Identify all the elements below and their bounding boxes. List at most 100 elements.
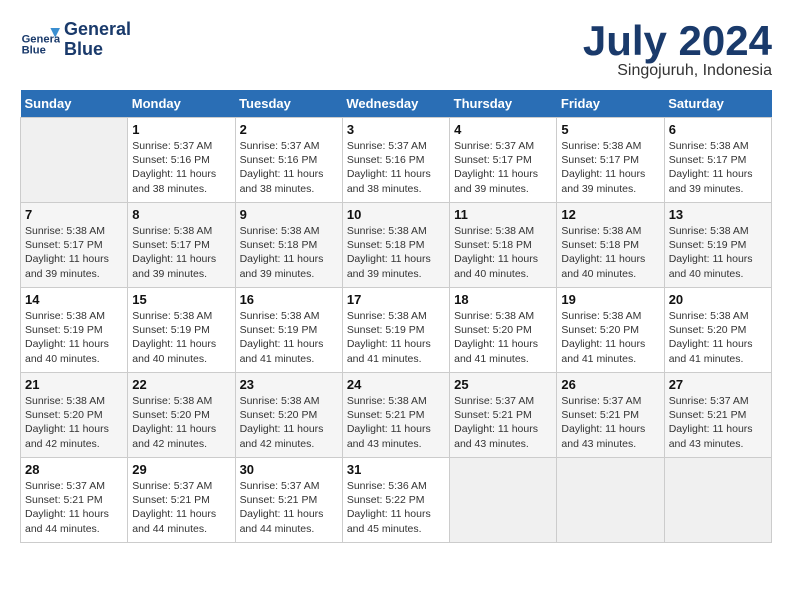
day-info: Sunrise: 5:36 AM Sunset: 5:22 PM Dayligh… [347, 479, 445, 536]
day-info: Sunrise: 5:38 AM Sunset: 5:19 PM Dayligh… [25, 309, 123, 366]
day-info: Sunrise: 5:37 AM Sunset: 5:17 PM Dayligh… [454, 139, 552, 196]
calendar-cell: 24 Sunrise: 5:38 AM Sunset: 5:21 PM Dayli… [342, 373, 449, 458]
day-number: 17 [347, 292, 445, 307]
day-info: Sunrise: 5:37 AM Sunset: 5:21 PM Dayligh… [454, 394, 552, 451]
day-info: Sunrise: 5:37 AM Sunset: 5:21 PM Dayligh… [132, 479, 230, 536]
logo-text: General Blue [64, 20, 131, 60]
day-number: 24 [347, 377, 445, 392]
day-info: Sunrise: 5:38 AM Sunset: 5:18 PM Dayligh… [240, 224, 338, 281]
calendar-cell: 27 Sunrise: 5:37 AM Sunset: 5:21 PM Dayli… [664, 373, 771, 458]
calendar-cell [664, 458, 771, 543]
day-header-wednesday: Wednesday [342, 90, 449, 118]
day-number: 19 [561, 292, 659, 307]
day-info: Sunrise: 5:38 AM Sunset: 5:20 PM Dayligh… [25, 394, 123, 451]
day-number: 21 [25, 377, 123, 392]
day-info: Sunrise: 5:38 AM Sunset: 5:17 PM Dayligh… [669, 139, 767, 196]
svg-text:Blue: Blue [22, 45, 46, 57]
calendar-cell: 13 Sunrise: 5:38 AM Sunset: 5:19 PM Dayli… [664, 203, 771, 288]
month-title: July 2024 [583, 20, 772, 62]
day-header-saturday: Saturday [664, 90, 771, 118]
calendar-cell: 11 Sunrise: 5:38 AM Sunset: 5:18 PM Dayli… [450, 203, 557, 288]
day-number: 28 [25, 462, 123, 477]
day-number: 20 [669, 292, 767, 307]
calendar-cell: 28 Sunrise: 5:37 AM Sunset: 5:21 PM Dayli… [21, 458, 128, 543]
calendar-cell: 31 Sunrise: 5:36 AM Sunset: 5:22 PM Dayli… [342, 458, 449, 543]
logo-icon: General Blue [20, 20, 60, 60]
day-info: Sunrise: 5:38 AM Sunset: 5:20 PM Dayligh… [240, 394, 338, 451]
days-header-row: SundayMondayTuesdayWednesdayThursdayFrid… [21, 90, 772, 118]
day-number: 18 [454, 292, 552, 307]
day-number: 25 [454, 377, 552, 392]
day-info: Sunrise: 5:38 AM Sunset: 5:19 PM Dayligh… [132, 309, 230, 366]
calendar-cell: 5 Sunrise: 5:38 AM Sunset: 5:17 PM Daylig… [557, 118, 664, 203]
day-number: 13 [669, 207, 767, 222]
day-info: Sunrise: 5:37 AM Sunset: 5:16 PM Dayligh… [240, 139, 338, 196]
day-number: 3 [347, 122, 445, 137]
day-number: 8 [132, 207, 230, 222]
day-info: Sunrise: 5:38 AM Sunset: 5:20 PM Dayligh… [132, 394, 230, 451]
day-info: Sunrise: 5:38 AM Sunset: 5:19 PM Dayligh… [347, 309, 445, 366]
calendar-cell: 20 Sunrise: 5:38 AM Sunset: 5:20 PM Dayli… [664, 288, 771, 373]
day-info: Sunrise: 5:37 AM Sunset: 5:21 PM Dayligh… [669, 394, 767, 451]
calendar-cell: 25 Sunrise: 5:37 AM Sunset: 5:21 PM Dayli… [450, 373, 557, 458]
day-number: 15 [132, 292, 230, 307]
day-header-sunday: Sunday [21, 90, 128, 118]
day-number: 7 [25, 207, 123, 222]
day-info: Sunrise: 5:38 AM Sunset: 5:20 PM Dayligh… [561, 309, 659, 366]
day-info: Sunrise: 5:38 AM Sunset: 5:19 PM Dayligh… [669, 224, 767, 281]
day-header-monday: Monday [128, 90, 235, 118]
day-number: 22 [132, 377, 230, 392]
calendar-cell: 8Sunrise: 5:38 AM Sunset: 5:17 PM Daylig… [128, 203, 235, 288]
calendar-cell: 15 Sunrise: 5:38 AM Sunset: 5:19 PM Dayli… [128, 288, 235, 373]
day-info: Sunrise: 5:38 AM Sunset: 5:19 PM Dayligh… [240, 309, 338, 366]
day-info: Sunrise: 5:37 AM Sunset: 5:21 PM Dayligh… [25, 479, 123, 536]
day-number: 16 [240, 292, 338, 307]
location-subtitle: Singojuruh, Indonesia [583, 62, 772, 80]
calendar-cell: 7 Sunrise: 5:38 AM Sunset: 5:17 PM Daylig… [21, 203, 128, 288]
day-number: 1 [132, 122, 230, 137]
logo-line1: General [64, 20, 131, 40]
day-info: Sunrise: 5:38 AM Sunset: 5:21 PM Dayligh… [347, 394, 445, 451]
title-block: July 2024 Singojuruh, Indonesia [583, 20, 772, 80]
day-number: 11 [454, 207, 552, 222]
day-number: 10 [347, 207, 445, 222]
week-row-4: 21 Sunrise: 5:38 AM Sunset: 5:20 PM Dayli… [21, 373, 772, 458]
calendar-cell: 26 Sunrise: 5:37 AM Sunset: 5:21 PM Dayli… [557, 373, 664, 458]
day-number: 5 [561, 122, 659, 137]
calendar-cell: 23 Sunrise: 5:38 AM Sunset: 5:20 PM Dayli… [235, 373, 342, 458]
day-info: Sunrise: 5:37 AM Sunset: 5:21 PM Dayligh… [561, 394, 659, 451]
calendar-cell: 6 Sunrise: 5:38 AM Sunset: 5:17 PM Daylig… [664, 118, 771, 203]
day-number: 26 [561, 377, 659, 392]
calendar-cell [557, 458, 664, 543]
calendar-cell: 10Sunrise: 5:38 AM Sunset: 5:18 PM Dayli… [342, 203, 449, 288]
day-number: 30 [240, 462, 338, 477]
day-info: Sunrise: 5:37 AM Sunset: 5:16 PM Dayligh… [132, 139, 230, 196]
day-info: Sunrise: 5:38 AM Sunset: 5:20 PM Dayligh… [669, 309, 767, 366]
day-header-tuesday: Tuesday [235, 90, 342, 118]
week-row-1: 1 Sunrise: 5:37 AM Sunset: 5:16 PM Daylig… [21, 118, 772, 203]
day-info: Sunrise: 5:38 AM Sunset: 5:18 PM Dayligh… [454, 224, 552, 281]
day-number: 27 [669, 377, 767, 392]
day-info: Sunrise: 5:37 AM Sunset: 5:21 PM Dayligh… [240, 479, 338, 536]
day-number: 29 [132, 462, 230, 477]
day-number: 4 [454, 122, 552, 137]
calendar-cell: 1 Sunrise: 5:37 AM Sunset: 5:16 PM Daylig… [128, 118, 235, 203]
logo: General Blue General Blue [20, 20, 131, 60]
calendar-cell [21, 118, 128, 203]
day-info: Sunrise: 5:38 AM Sunset: 5:17 PM Dayligh… [25, 224, 123, 281]
day-number: 31 [347, 462, 445, 477]
calendar-cell [450, 458, 557, 543]
day-number: 14 [25, 292, 123, 307]
day-info: Sunrise: 5:37 AM Sunset: 5:16 PM Dayligh… [347, 139, 445, 196]
calendar-cell: 16 Sunrise: 5:38 AM Sunset: 5:19 PM Dayli… [235, 288, 342, 373]
calendar-cell: 29 Sunrise: 5:37 AM Sunset: 5:21 PM Dayli… [128, 458, 235, 543]
calendar-cell: 30 Sunrise: 5:37 AM Sunset: 5:21 PM Dayli… [235, 458, 342, 543]
day-number: 6 [669, 122, 767, 137]
week-row-5: 28 Sunrise: 5:37 AM Sunset: 5:21 PM Dayli… [21, 458, 772, 543]
week-row-2: 7 Sunrise: 5:38 AM Sunset: 5:17 PM Daylig… [21, 203, 772, 288]
day-number: 12 [561, 207, 659, 222]
day-number: 23 [240, 377, 338, 392]
day-info: Sunrise: 5:38 AM Sunset: 5:17 PM Dayligh… [561, 139, 659, 196]
calendar-cell: 18Sunrise: 5:38 AM Sunset: 5:20 PM Dayli… [450, 288, 557, 373]
calendar-cell: 19 Sunrise: 5:38 AM Sunset: 5:20 PM Dayli… [557, 288, 664, 373]
